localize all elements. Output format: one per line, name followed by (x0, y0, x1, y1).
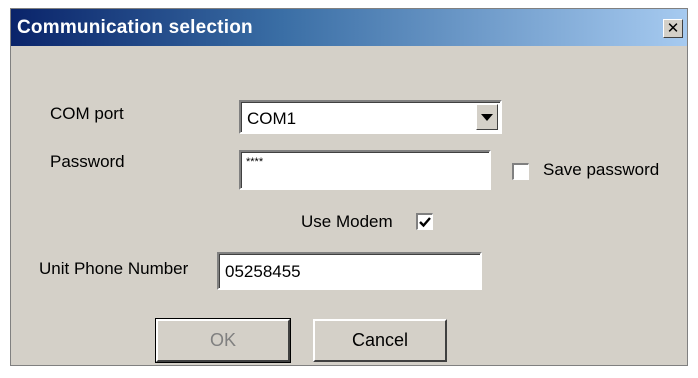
chevron-down-icon (481, 113, 493, 121)
use-modem-label: Use Modem (301, 212, 393, 231)
save-password-checkbox[interactable] (512, 163, 529, 180)
close-button[interactable]: ✕ (663, 19, 683, 38)
password-label: Password (50, 152, 125, 171)
title-bar[interactable]: Communication selection ✕ (11, 9, 687, 46)
dialog-window: Communication selection ✕ COM port COM1 … (10, 8, 688, 366)
com-port-select[interactable]: COM1 (239, 100, 502, 134)
cancel-button[interactable]: Cancel (313, 319, 447, 362)
com-port-label: COM port (50, 104, 124, 123)
com-port-value: COM1 (247, 109, 297, 128)
password-field[interactable]: **** (239, 150, 491, 190)
ok-button[interactable]: OK (155, 318, 291, 363)
phone-value: 05258455 (225, 262, 301, 281)
phone-input[interactable]: 05258455 (217, 252, 482, 290)
use-modem-checkbox[interactable] (416, 213, 433, 230)
close-icon: ✕ (666, 20, 680, 37)
window-title: Communication selection (17, 17, 253, 38)
password-value: **** (246, 156, 264, 168)
phone-label: Unit Phone Number (39, 259, 189, 278)
dropdown-button[interactable] (476, 104, 498, 130)
save-password-label: Save password (543, 160, 660, 179)
checkmark-icon (419, 217, 431, 228)
